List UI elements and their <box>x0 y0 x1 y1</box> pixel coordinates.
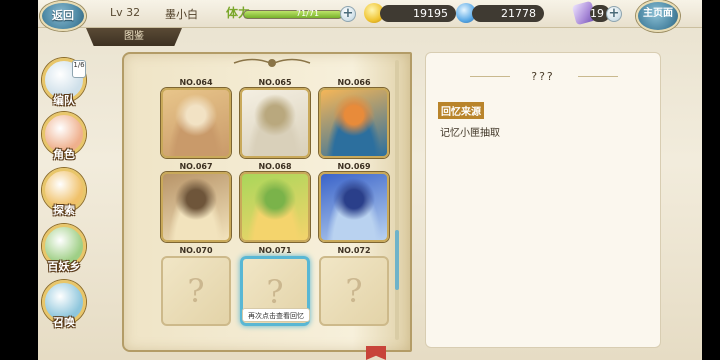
memory-source-text: 记忆小匣抽取 <box>440 128 500 139</box>
scrollbar-track[interactable] <box>395 60 399 340</box>
nav-item-4[interactable]: 召唤 <box>40 280 92 332</box>
character-card[interactable] <box>240 172 310 242</box>
game-screen: 返回 Lv 32 墨小白 体力 71/71 + 19195 21778 19 +… <box>0 0 720 360</box>
player-name: 墨小白 <box>165 8 198 21</box>
character-name: ??? <box>531 70 555 83</box>
nav-label: 角色 <box>53 148 75 161</box>
back-button[interactable]: 返回 <box>40 1 86 31</box>
gold-amount: 19195 <box>380 5 456 22</box>
nav-label: 百妖乡 <box>47 260 81 273</box>
nav-item-3[interactable]: 百妖乡 <box>40 224 92 276</box>
unknown-character-icon: ? <box>345 272 363 310</box>
stamina-bar <box>243 10 343 19</box>
nav-item-2[interactable]: 探索 <box>40 168 92 220</box>
stamina-value: 71/71 <box>296 9 320 18</box>
nav-label: 编队 <box>53 94 75 107</box>
memory-source-label: 回忆来源 <box>438 102 484 119</box>
add-crystal-button[interactable]: + <box>606 6 622 22</box>
slot-number: NO.067 <box>179 162 213 171</box>
locked-card[interactable]: ? <box>319 256 389 326</box>
nav-item-0[interactable]: 1/6 编队 <box>40 58 92 110</box>
player-level: Lv 32 <box>110 6 141 19</box>
book-ornament-icon <box>233 58 311 67</box>
home-button[interactable]: 主页面 <box>636 0 680 32</box>
slot-number: NO.071 <box>258 246 292 255</box>
slot-number: NO.069 <box>337 162 371 171</box>
locked-card[interactable]: ? <box>161 256 231 326</box>
character-card[interactable] <box>319 88 389 158</box>
slot-number: NO.072 <box>337 246 371 255</box>
stamina-fill <box>244 11 342 18</box>
hint-tooltip: 再次点击查看回忆 <box>242 308 310 322</box>
add-stamina-button[interactable]: + <box>340 6 356 22</box>
nav-label: 探索 <box>53 204 75 217</box>
slot-number: NO.068 <box>258 162 292 171</box>
character-card[interactable] <box>161 88 231 158</box>
slot-number: NO.070 <box>179 246 213 255</box>
scrollbar-thumb[interactable] <box>395 230 399 290</box>
info-panel <box>425 52 661 348</box>
letterbox-right <box>702 0 720 360</box>
unknown-character-icon: ? <box>266 273 284 311</box>
slot-number: NO.065 <box>258 78 292 87</box>
character-card[interactable] <box>240 88 310 158</box>
character-card[interactable] <box>161 172 231 242</box>
bookmark-ribbon <box>366 346 386 360</box>
nav-item-1[interactable]: 角色 <box>40 112 92 164</box>
tab-collection[interactable]: 图鉴 <box>86 28 182 46</box>
character-card[interactable] <box>319 172 389 242</box>
nav-label: 召唤 <box>53 316 75 329</box>
gem-amount: 21778 <box>472 5 544 22</box>
nav-badge: 1/6 <box>72 60 86 78</box>
slot-number: NO.064 <box>179 78 213 87</box>
slot-number: NO.066 <box>337 78 371 87</box>
letterbox-left <box>0 0 38 360</box>
unknown-character-icon: ? <box>187 272 205 310</box>
